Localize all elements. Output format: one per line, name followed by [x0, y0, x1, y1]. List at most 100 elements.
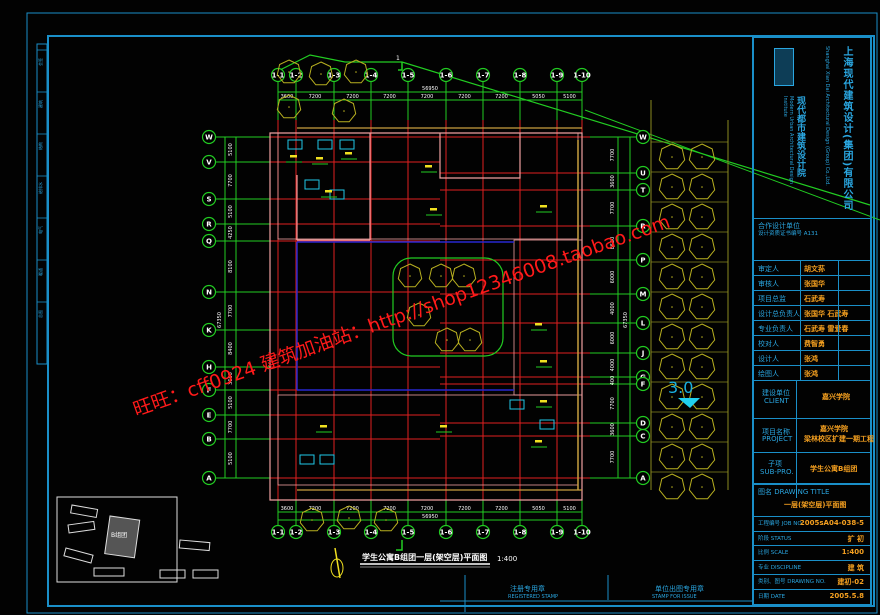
level-mark: 3.0 [668, 378, 693, 397]
tree-icon-center [701, 276, 703, 278]
dim-right: 7700 [610, 202, 616, 215]
project-value-2: 梁林校区扩建一期工程 [804, 435, 874, 443]
info-row [754, 530, 870, 532]
company-name-en: Shanghai Xian Dai Architectural Design (… [824, 46, 830, 186]
axis-bubble-right-label: J [641, 350, 645, 358]
room-label-mark [430, 208, 437, 211]
info-label: 专业 DISCIPLINE [758, 564, 802, 571]
axis-bubble-bottom-label: 1-7 [477, 529, 490, 537]
drawing-title: 学生公寓B组团一层(架空层)平面图 [362, 552, 487, 562]
role-row [754, 350, 870, 351]
fixture [299, 454, 315, 465]
axis-bubble-left-label: S [206, 196, 211, 204]
axis-bubble-left-label: W [205, 134, 213, 142]
fixture [304, 179, 320, 190]
axis-bubble-top-label: 1-9 [551, 72, 564, 80]
axis-bubble-right-label: W [639, 134, 647, 142]
dim-top: 5050 [532, 94, 545, 100]
cert-text: 设计资质证书编号 A131 [758, 231, 819, 237]
role-label: 审核人 [758, 280, 779, 288]
dim-right: 7700 [610, 149, 616, 162]
dim-right: 4000 [610, 302, 616, 315]
axis-bubble-top-label: 1-7 [477, 72, 490, 80]
drawing-scale: 1:400 [497, 555, 517, 563]
info-label: 日期 DATE [758, 593, 786, 600]
room-label-mark [345, 152, 352, 155]
axis-bubble-right-label: L [641, 320, 646, 328]
axis-bubble-left-label: R [206, 221, 212, 229]
info-row [754, 559, 870, 561]
role-row [754, 335, 870, 336]
info-value: 扩 初 [847, 534, 864, 543]
dim-left: 7700 [228, 305, 234, 318]
axis-bubble-left-label: Q [206, 238, 212, 246]
role-value: 张鸿 [804, 370, 818, 378]
tree-icon-center [671, 336, 673, 338]
tree-icon-center [288, 71, 290, 73]
dim-bottom: 5050 [532, 506, 545, 512]
axis-bubble-bottom-label: 1-6 [440, 529, 453, 537]
dim-right: 3600 [610, 423, 616, 436]
role-value: 张国华 石武寿 [804, 310, 849, 318]
tree-icon-center [671, 246, 673, 248]
tree-icon-center [701, 186, 703, 188]
drawing-title-label: 图名 DRAWING TITLE [758, 488, 830, 496]
dim-left: 8400 [228, 342, 234, 355]
tree-icon-center [671, 216, 673, 218]
tree-icon-center [469, 339, 471, 341]
role-value: 张鸿 [804, 355, 818, 363]
room-label-mark [535, 440, 542, 443]
info-row [754, 545, 870, 546]
tree-icon-center [701, 156, 703, 158]
dim-bottom: 7200 [458, 506, 471, 512]
fixture [329, 189, 345, 200]
tree-icon-center [701, 216, 703, 218]
sign-strip-label: 会签 [37, 58, 43, 66]
axis-bubble-left-label: K [206, 327, 212, 335]
role-row [754, 365, 870, 366]
dim-bottom: 7200 [495, 506, 508, 512]
cad-drawing-sheet: 会签 建筑 结构 给排水 电气 暖通 总图 1 1-1 1-1 1-2 1-2 1-3 1-3 1-4 1… [0, 0, 880, 615]
dim-bottom: 7200 [421, 506, 434, 512]
dim-top: 7200 [346, 94, 359, 100]
stamp-issue-en: STAMP FOR ISSUE [652, 594, 697, 600]
room-label-mark [440, 425, 447, 428]
axis-bubble-bottom-label: 1-1 [272, 529, 285, 537]
dim-right: 400 [610, 376, 616, 386]
role-value: 张国华 [804, 280, 825, 288]
subpro-value: 学生公寓B组团 [810, 465, 858, 473]
dim-top: 3600 [281, 94, 294, 100]
tree-icon-center [385, 519, 387, 521]
axis-bubble-bottom-label: 1-9 [551, 529, 564, 537]
info-value: 建 筑 [847, 563, 864, 572]
tree-icon-center [701, 396, 703, 398]
sign-strip-cells: 会签建筑结构给排水电气暖通总图 [37, 49, 47, 318]
client-value: 嘉兴学院 [822, 393, 850, 401]
info-row [754, 588, 870, 590]
dim-top-overall: 56950 [422, 86, 438, 92]
axis-bubble-left-label: A [206, 475, 212, 483]
tree-icon-center [446, 339, 448, 341]
role-label: 设计总负责人 [758, 310, 800, 318]
role-value: 费智勇 [804, 340, 825, 348]
tree-icon-center [701, 456, 703, 458]
role-value: 石武寿 雷爱春 [804, 325, 849, 333]
info-label: 类别、图号 DRAWING NO. [758, 579, 826, 585]
dim-top: 7200 [495, 94, 508, 100]
south-wing [277, 394, 579, 486]
axis-bubble-right-label: A [640, 475, 646, 483]
role-label: 审定人 [758, 265, 779, 273]
room-label-mark [540, 205, 547, 208]
sign-strip-label: 总图 [37, 310, 43, 318]
dim-left: 4250 [228, 226, 234, 239]
institute-name-en: Modern Urban Architectural Design Instit… [782, 96, 794, 185]
info-value: 2005.5.8 [829, 591, 864, 600]
dim-left: 8100 [228, 260, 234, 273]
sign-strip-label: 结构 [37, 142, 43, 150]
section-mark-bottom [396, 540, 403, 551]
dim-right: 7700 [610, 451, 616, 464]
info-value: 1:400 [841, 548, 864, 556]
key-plan-label: B组团 [111, 531, 127, 539]
role-value: 石武寿 [804, 295, 825, 303]
tree-icon-center [671, 156, 673, 158]
